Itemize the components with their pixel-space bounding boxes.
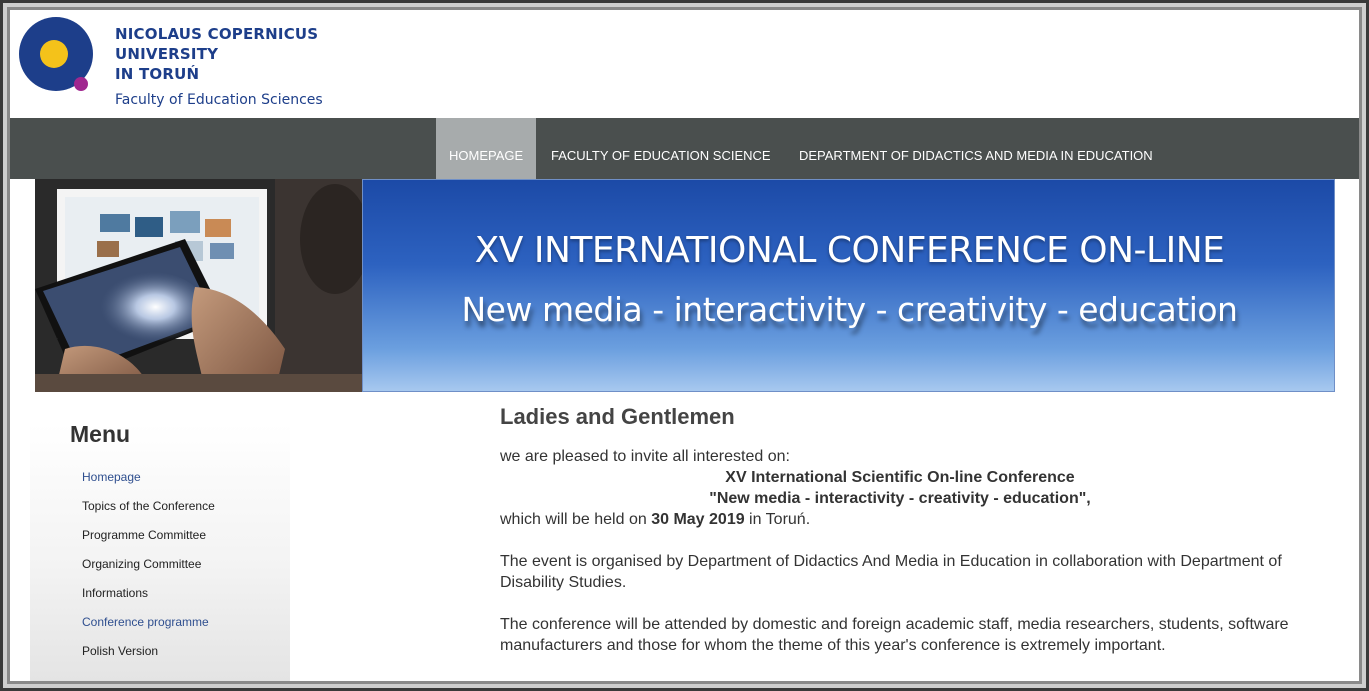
nav-item-homepage[interactable]: HOMEPAGE — [436, 118, 537, 179]
menu-item-conference-programme[interactable]: Conference programme — [82, 615, 215, 644]
menu-title: Menu — [70, 421, 131, 447]
page: NICOLAUS COPERNICUS UNIVERSITY IN TORUŃ … — [8, 6, 1360, 684]
banner-title: XV INTERNATIONAL CONFERENCE ON-LINE — [474, 230, 1225, 271]
university-name-line: UNIVERSITY — [115, 45, 219, 63]
menu-item-informations[interactable]: Informations — [82, 586, 215, 615]
nav-item-label: HOMEPAGE — [449, 148, 524, 163]
event-date: 30 May 2019 — [651, 511, 745, 528]
university-logo-icon[interactable] — [16, 16, 96, 96]
nav-item-department[interactable]: DEPARTMENT OF DIDACTICS AND MEDIA IN EDU… — [799, 118, 1153, 179]
sidebar-menu: Menu Homepage Topics of the Conference P… — [30, 421, 290, 682]
menu-item-programme-committee[interactable]: Programme Committee — [82, 528, 215, 557]
main-heading: Ladies and Gentlemen — [500, 404, 735, 429]
nav-item-label: DEPARTMENT OF DIDACTICS AND MEDIA IN EDU… — [799, 148, 1153, 163]
nav-item-faculty[interactable]: FACULTY OF EDUCATION SCIENCE — [551, 118, 771, 179]
menu-item-organizing-committee[interactable]: Organizing Committee — [82, 557, 215, 586]
menu-item-homepage[interactable]: Homepage — [82, 470, 215, 499]
main-navigation: HOMEPAGE FACULTY OF EDUCATION SCIENCE DE… — [10, 118, 1360, 179]
menu-item-topics[interactable]: Topics of the Conference — [82, 499, 215, 528]
organiser-paragraph: The event is organised by Department of … — [500, 553, 1282, 591]
nav-item-label: FACULTY OF EDUCATION SCIENCE — [551, 148, 771, 163]
faculty-name: Faculty of Education Sciences — [115, 92, 323, 108]
attendance-paragraph: The conference will be attended by domes… — [500, 616, 1289, 654]
held-prefix: which will be held on — [500, 511, 652, 528]
banner-subtitle: New media - interactivity - creativity -… — [461, 290, 1238, 329]
conference-theme: "New media - interactivity - creativity … — [709, 490, 1091, 507]
university-name[interactable]: NICOLAUS COPERNICUS UNIVERSITY IN TORUŃ — [115, 24, 318, 84]
banner-photo — [35, 179, 362, 392]
event-date-text: which will be held on 30 May 2019 in Tor… — [500, 509, 1300, 530]
university-name-line: NICOLAUS COPERNICUS — [115, 25, 319, 43]
university-name-line: IN TORUŃ — [115, 65, 200, 83]
menu-item-polish-version[interactable]: Polish Version — [82, 644, 215, 673]
held-suffix: in Toruń. — [744, 511, 811, 528]
menu-list: Homepage Topics of the Conference Progra… — [82, 470, 215, 673]
banner-title-area: XV INTERNATIONAL CONFERENCE ON-LINE New … — [362, 179, 1335, 392]
site-header: NICOLAUS COPERNICUS UNIVERSITY IN TORUŃ … — [8, 6, 1360, 118]
hero-banner: XV INTERNATIONAL CONFERENCE ON-LINE New … — [35, 179, 1335, 392]
conference-name: XV International Scientific On-line Conf… — [725, 469, 1075, 486]
intro-text: we are pleased to invite all interested … — [500, 448, 790, 465]
person-with-tablet-image — [35, 179, 362, 392]
main-content: Ladies and Gentlemen we are pleased to i… — [500, 404, 1300, 656]
